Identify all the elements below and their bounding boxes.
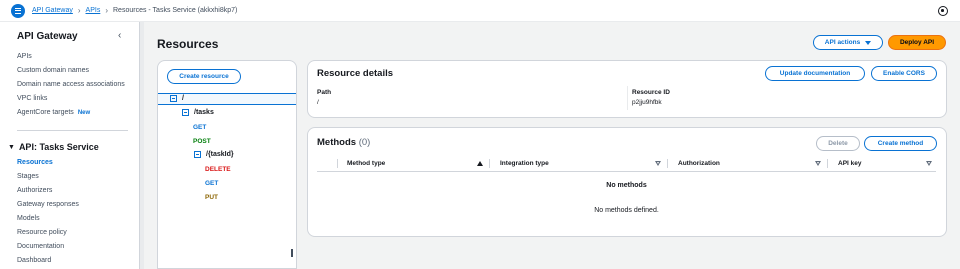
- sidebar-title: API Gateway: [17, 31, 78, 42]
- resource-details-title: Resource details: [317, 68, 394, 79]
- breadcrumb-current: Resources - Tasks Service (akkxhi8kp7): [113, 7, 238, 14]
- resize-handle[interactable]: [291, 249, 293, 257]
- sort-icon[interactable]: [926, 161, 932, 166]
- sort-icon[interactable]: [815, 161, 821, 166]
- settings-icon[interactable]: [938, 6, 948, 16]
- sidebar-item-resources[interactable]: Resources: [17, 159, 53, 166]
- tree-node-taskid[interactable]: /{taskId}: [194, 151, 234, 158]
- path-value: /: [317, 99, 319, 106]
- new-badge: New: [77, 110, 91, 116]
- caret-down-icon: [865, 40, 872, 45]
- sidebar-item-dashboard[interactable]: Dashboard: [17, 257, 51, 264]
- sidebar-item-models[interactable]: Models: [17, 215, 40, 222]
- collapse-icon[interactable]: [182, 109, 189, 116]
- empty-state-description: No methods defined.: [594, 207, 659, 214]
- column-api-key[interactable]: API key: [838, 160, 862, 167]
- tree-node-label: /: [182, 95, 184, 102]
- collapse-icon[interactable]: [194, 151, 201, 158]
- sidebar-section-api[interactable]: ▼ API: Tasks Service: [8, 142, 99, 152]
- sidebar-divider: [17, 130, 128, 131]
- breadcrumb-apis[interactable]: APIs: [86, 7, 101, 14]
- column-integration-type[interactable]: Integration type: [500, 160, 549, 167]
- sidebar-item-label: AgentCore targets: [17, 109, 74, 116]
- column-divider: [489, 159, 490, 168]
- tree-node-tasks[interactable]: /tasks: [182, 109, 214, 116]
- method-get[interactable]: GET: [193, 124, 206, 131]
- column-method-type[interactable]: Method type: [347, 160, 385, 167]
- deploy-api-button[interactable]: Deploy API: [888, 35, 946, 50]
- api-actions-label: API actions: [824, 39, 861, 46]
- tree-node-label: /{taskId}: [206, 151, 234, 158]
- page-title: Resources: [157, 37, 219, 51]
- update-documentation-button[interactable]: Update documentation: [765, 66, 865, 81]
- tree-node-root[interactable]: /: [170, 95, 184, 102]
- sidebar-item-agentcore-targets[interactable]: AgentCore targets New: [17, 109, 90, 116]
- empty-state-title: No methods: [606, 182, 647, 189]
- api-actions-button[interactable]: API actions: [813, 35, 883, 50]
- method-delete[interactable]: DELETE: [205, 166, 231, 173]
- column-divider: [827, 159, 828, 168]
- column-divider: [337, 159, 338, 168]
- chevron-right-icon: ›: [105, 6, 108, 15]
- top-bar: API Gateway › APIs › Resources - Tasks S…: [0, 0, 960, 22]
- sort-icon[interactable]: [655, 161, 661, 166]
- methods-title-label: Methods: [317, 137, 357, 148]
- path-label: Path: [317, 89, 332, 96]
- methods-count: (0): [358, 137, 371, 148]
- sidebar-item-gateway-responses[interactable]: Gateway responses: [17, 201, 79, 208]
- sidebar-item-domain-access-associations[interactable]: Domain name access associations: [17, 81, 125, 88]
- caret-down-icon: ▼: [8, 143, 15, 151]
- resource-id-label: Resource ID: [632, 89, 670, 96]
- sort-ascending-icon[interactable]: [477, 161, 483, 166]
- method-post[interactable]: POST: [193, 138, 211, 145]
- chevron-left-icon[interactable]: ‹: [118, 30, 121, 41]
- menu-icon[interactable]: [11, 3, 25, 18]
- sidebar-item-authorizers[interactable]: Authorizers: [17, 187, 52, 194]
- delete-button[interactable]: Delete: [816, 136, 860, 151]
- sidebar-item-vpc-links[interactable]: VPC links: [17, 95, 47, 102]
- methods-title: Methods (0): [317, 137, 370, 148]
- breadcrumb-api-gateway[interactable]: API Gateway: [32, 7, 73, 14]
- sidebar: API Gateway ‹ APIs Custom domain names D…: [0, 22, 140, 269]
- resource-tree-panel: Create resource / /tasks GET POST /{task…: [157, 60, 297, 269]
- create-method-button[interactable]: Create method: [864, 136, 937, 151]
- column-authorization[interactable]: Authorization: [678, 160, 720, 167]
- breadcrumb: API Gateway › APIs › Resources - Tasks S…: [32, 6, 237, 15]
- resource-id-value: p2jju9hfbk: [632, 99, 662, 106]
- sidebar-section-title: API: Tasks Service: [18, 142, 99, 152]
- sidebar-item-stages[interactable]: Stages: [17, 173, 39, 180]
- sidebar-item-custom-domain-names[interactable]: Custom domain names: [17, 67, 89, 74]
- column-divider: [667, 159, 668, 168]
- sidebar-scrollbar[interactable]: [140, 22, 144, 269]
- sidebar-item-resource-policy[interactable]: Resource policy: [17, 229, 67, 236]
- column-divider: [627, 86, 628, 110]
- method-put[interactable]: PUT: [205, 194, 218, 201]
- sidebar-item-apis[interactable]: APIs: [17, 53, 32, 60]
- chevron-right-icon: ›: [77, 6, 81, 15]
- enable-cors-button[interactable]: Enable CORS: [871, 66, 937, 81]
- create-resource-button[interactable]: Create resource: [167, 69, 241, 84]
- collapse-icon[interactable]: [170, 95, 177, 102]
- method-get[interactable]: GET: [205, 180, 218, 187]
- tree-node-label: /tasks: [194, 109, 214, 116]
- sidebar-item-documentation[interactable]: Documentation: [17, 243, 64, 250]
- methods-table-header: Method type Integration type Authorizati…: [317, 156, 936, 172]
